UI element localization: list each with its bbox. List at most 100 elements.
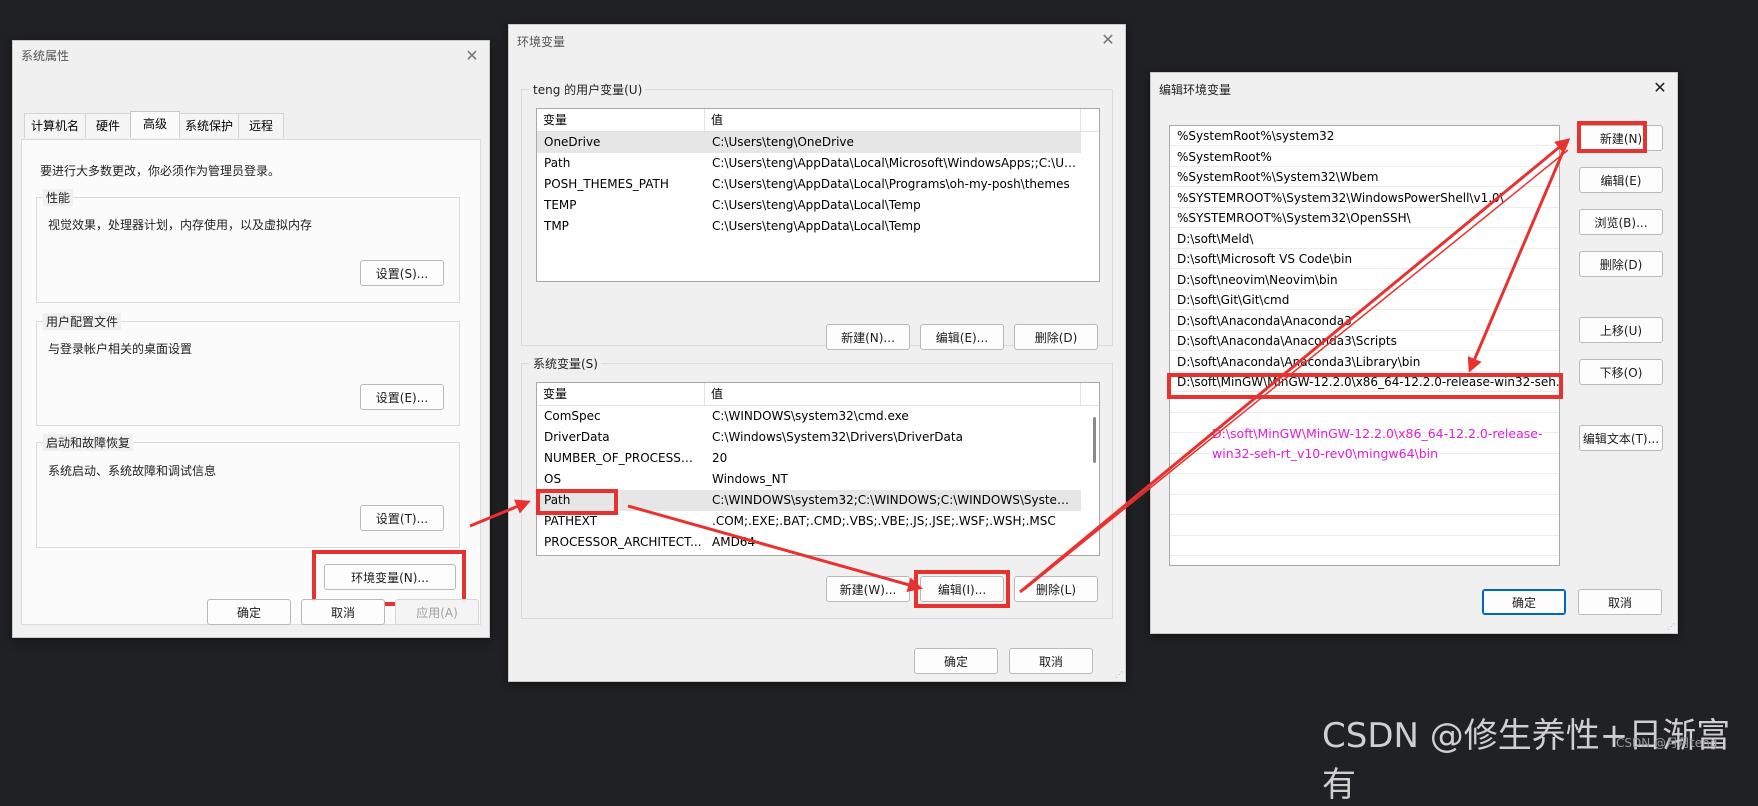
cancel-button[interactable]: 取消 xyxy=(1009,648,1093,674)
list-item[interactable]: D:\soft\Anaconda\Anaconda3\Scripts xyxy=(1170,331,1559,351)
apply-button[interactable]: 应用(A) xyxy=(395,599,479,625)
list-item[interactable] xyxy=(1170,536,1559,556)
user-new-button[interactable]: 新建(N)... xyxy=(826,324,910,350)
ok-button[interactable]: 确定 xyxy=(1482,589,1566,615)
variable-name-cell: PROCESSOR_ARCHITECT... xyxy=(544,535,702,549)
list-item[interactable]: D:\soft\Git\Git\cmd xyxy=(1170,290,1559,310)
list-item[interactable] xyxy=(1170,495,1559,515)
user-profiles-group: 用户配置文件 与登录帐户相关的桌面设置 设置(E)... xyxy=(36,313,460,426)
column-header-variable[interactable]: 变量 xyxy=(537,383,705,405)
list-item[interactable]: D:\soft\Meld\ xyxy=(1170,229,1559,249)
admin-note: 要进行大多数更改，你必须作为管理员登录。 xyxy=(40,164,281,178)
user-profiles-desc: 与登录帐户相关的桌面设置 xyxy=(48,342,193,356)
table-row[interactable]: PATHEXT .COM;.EXE;.BAT;.CMD;.VBS;.VBE;.JS… xyxy=(537,511,1081,532)
list-item[interactable]: %SystemRoot%\System32\Wbem xyxy=(1170,167,1559,187)
dialog-title: 环境变量 xyxy=(517,35,566,49)
variable-name-cell: TEMP xyxy=(544,198,577,212)
highlight-edit-button xyxy=(914,570,1010,608)
user-variables-table[interactable]: 变量 值 OneDrive C:\Users\teng\OneDrive Path C… xyxy=(536,108,1100,282)
note-line-1: D:\soft\MinGW\MinGW-12.2.0\x86_64-12.2.0… xyxy=(1212,426,1543,441)
browse-button[interactable]: 浏览(B)... xyxy=(1579,209,1663,235)
edit-environment-variable-dialog: 编辑环境变量 ✕ %SystemRoot%\system32 %SystemRoo… xyxy=(1150,72,1678,634)
table-row[interactable]: PROCESSOR_ARCHITECT... AMD64 xyxy=(537,532,1081,553)
cancel-button[interactable]: 取消 xyxy=(1578,589,1662,615)
performance-label: 性能 xyxy=(43,189,74,206)
resize-grip-icon[interactable]: ⋰ xyxy=(1667,623,1675,631)
move-up-button[interactable]: 上移(U) xyxy=(1579,317,1663,343)
table-row[interactable]: Path C:\Users\teng\AppData\Local\Microsof… xyxy=(537,153,1081,174)
user-edit-button[interactable]: 编辑(E)... xyxy=(920,324,1004,350)
table-row[interactable]: Path C:\WINDOWS\system32;C:\WINDOWS;C:\WI… xyxy=(537,490,1081,511)
table-row[interactable]: TEMP C:\Users\teng\AppData\Local\Temp xyxy=(537,195,1081,216)
startup-recovery-settings-button[interactable]: 设置(T)... xyxy=(360,505,444,531)
table-row[interactable]: OS Windows_NT xyxy=(537,469,1081,490)
move-down-button[interactable]: 下移(O) xyxy=(1579,359,1663,385)
variable-name-cell: TMP xyxy=(544,219,569,233)
user-variables-label: teng 的用户变量(U) xyxy=(530,81,646,98)
list-item[interactable] xyxy=(1170,475,1559,495)
tab-advanced[interactable]: 高级 xyxy=(130,111,180,138)
environment-variables-dialog: 环境变量 ✕ teng 的用户变量(U) 变量 值 OneDrive C:\Use… xyxy=(508,24,1126,682)
system-variables-table[interactable]: 变量 值 ComSpec C:\WINDOWS\system32\cmd.exe D… xyxy=(536,382,1100,556)
startup-recovery-desc: 系统启动、系统故障和调试信息 xyxy=(48,464,217,478)
user-profiles-settings-button[interactable]: 设置(E)... xyxy=(360,384,444,410)
system-new-button[interactable]: 新建(W)... xyxy=(826,576,910,602)
note-line-2: win32-seh-rt_v10-rev0\mingw64\bin xyxy=(1212,446,1439,461)
list-item[interactable]: D:\soft\Anaconda\Anaconda3 xyxy=(1170,311,1559,331)
startup-recovery-label: 启动和故障恢复 xyxy=(43,434,134,451)
variable-value-cell: C:\Users\teng\OneDrive xyxy=(712,135,854,149)
cancel-button[interactable]: 取消 xyxy=(301,599,385,625)
ok-button[interactable]: 确定 xyxy=(914,648,998,674)
column-header-variable[interactable]: 变量 xyxy=(537,109,705,131)
table-row[interactable]: POSH_THEMES_PATH C:\Users\teng\AppData\Lo… xyxy=(537,174,1081,195)
tab-remote[interactable]: 远程 xyxy=(238,113,284,138)
table-header: 变量 值 xyxy=(537,383,1099,406)
list-item[interactable]: %SystemRoot% xyxy=(1170,147,1559,167)
resize-grip-icon[interactable]: ⋰ xyxy=(1115,671,1123,679)
advanced-panel: 要进行大多数更改，你必须作为管理员登录。 性能 视觉效果，处理器计划，内存使用，… xyxy=(21,139,481,625)
list-item[interactable]: %SYSTEMROOT%\System32\OpenSSH\ xyxy=(1170,208,1559,228)
system-properties-dialog: 系统属性 ✕ 计算机名 硬件 高级 系统保护 远程 要进行大多数更改，你必须作为… xyxy=(12,40,490,638)
vertical-scrollbar[interactable] xyxy=(1093,417,1096,463)
table-header: 变量 值 xyxy=(537,109,1099,132)
performance-group: 性能 视觉效果，处理器计划，内存使用，以及虚拟内存 设置(S)... xyxy=(36,189,460,303)
system-variables-label: 系统变量(S) xyxy=(530,355,601,372)
performance-settings-button[interactable]: 设置(S)... xyxy=(360,260,444,286)
list-item[interactable] xyxy=(1170,516,1559,536)
close-icon[interactable]: ✕ xyxy=(1097,29,1119,51)
close-icon[interactable]: ✕ xyxy=(461,45,483,67)
highlight-env-button xyxy=(312,550,466,606)
performance-desc: 视觉效果，处理器计划，内存使用，以及虚拟内存 xyxy=(48,218,313,232)
tab-computer-name[interactable]: 计算机名 xyxy=(24,113,86,138)
list-item[interactable]: D:\soft\neovim\Neovim\bin xyxy=(1170,270,1559,290)
ok-button[interactable]: 确定 xyxy=(207,599,291,625)
user-delete-button[interactable]: 删除(D) xyxy=(1014,324,1098,350)
table-row[interactable]: ComSpec C:\WINDOWS\system32\cmd.exe xyxy=(537,406,1081,427)
variable-name-cell: OneDrive xyxy=(544,135,601,149)
list-item[interactable]: %SYSTEMROOT%\System32\WindowsPowerShell\… xyxy=(1170,188,1559,208)
tab-system-protection[interactable]: 系统保护 xyxy=(179,113,239,138)
column-header-value[interactable]: 值 xyxy=(705,109,1081,131)
csdn-watermark-small: CSDN @月月teng xyxy=(1616,736,1718,750)
column-header-value[interactable]: 值 xyxy=(705,383,1081,405)
close-icon[interactable]: ✕ xyxy=(1649,77,1671,99)
highlight-new-button xyxy=(1577,121,1647,153)
variable-name-cell: NUMBER_OF_PROCESSORS xyxy=(544,451,702,465)
table-row[interactable]: NUMBER_OF_PROCESSORS 20 xyxy=(537,448,1081,469)
system-delete-button[interactable]: 删除(L) xyxy=(1014,576,1098,602)
table-row[interactable]: TMP C:\Users\teng\AppData\Local\Temp xyxy=(537,216,1081,237)
list-item[interactable]: D:\soft\Microsoft VS Code\bin xyxy=(1170,249,1559,269)
list-item[interactable]: D:\soft\Anaconda\Anaconda3\Library\bin xyxy=(1170,352,1559,372)
table-row[interactable]: OneDrive C:\Users\teng\OneDrive xyxy=(537,132,1081,153)
edit-button[interactable]: 编辑(E) xyxy=(1579,167,1663,193)
highlight-path-row xyxy=(536,489,618,515)
tab-hardware[interactable]: 硬件 xyxy=(85,113,131,138)
edit-text-button[interactable]: 编辑文本(T)... xyxy=(1579,425,1663,451)
path-entries-list[interactable]: %SystemRoot%\system32 %SystemRoot% %System… xyxy=(1169,125,1560,566)
table-row[interactable]: DriverData C:\Windows\System32\Drivers\Dr… xyxy=(537,427,1081,448)
list-item[interactable]: %SystemRoot%\system32 xyxy=(1170,126,1559,146)
highlight-mingw-entry xyxy=(1167,373,1563,399)
variable-name-cell: Path xyxy=(544,156,571,170)
csdn-watermark: CSDN @修生养性+日渐富有 xyxy=(1322,716,1731,805)
delete-button[interactable]: 删除(D) xyxy=(1579,251,1663,277)
